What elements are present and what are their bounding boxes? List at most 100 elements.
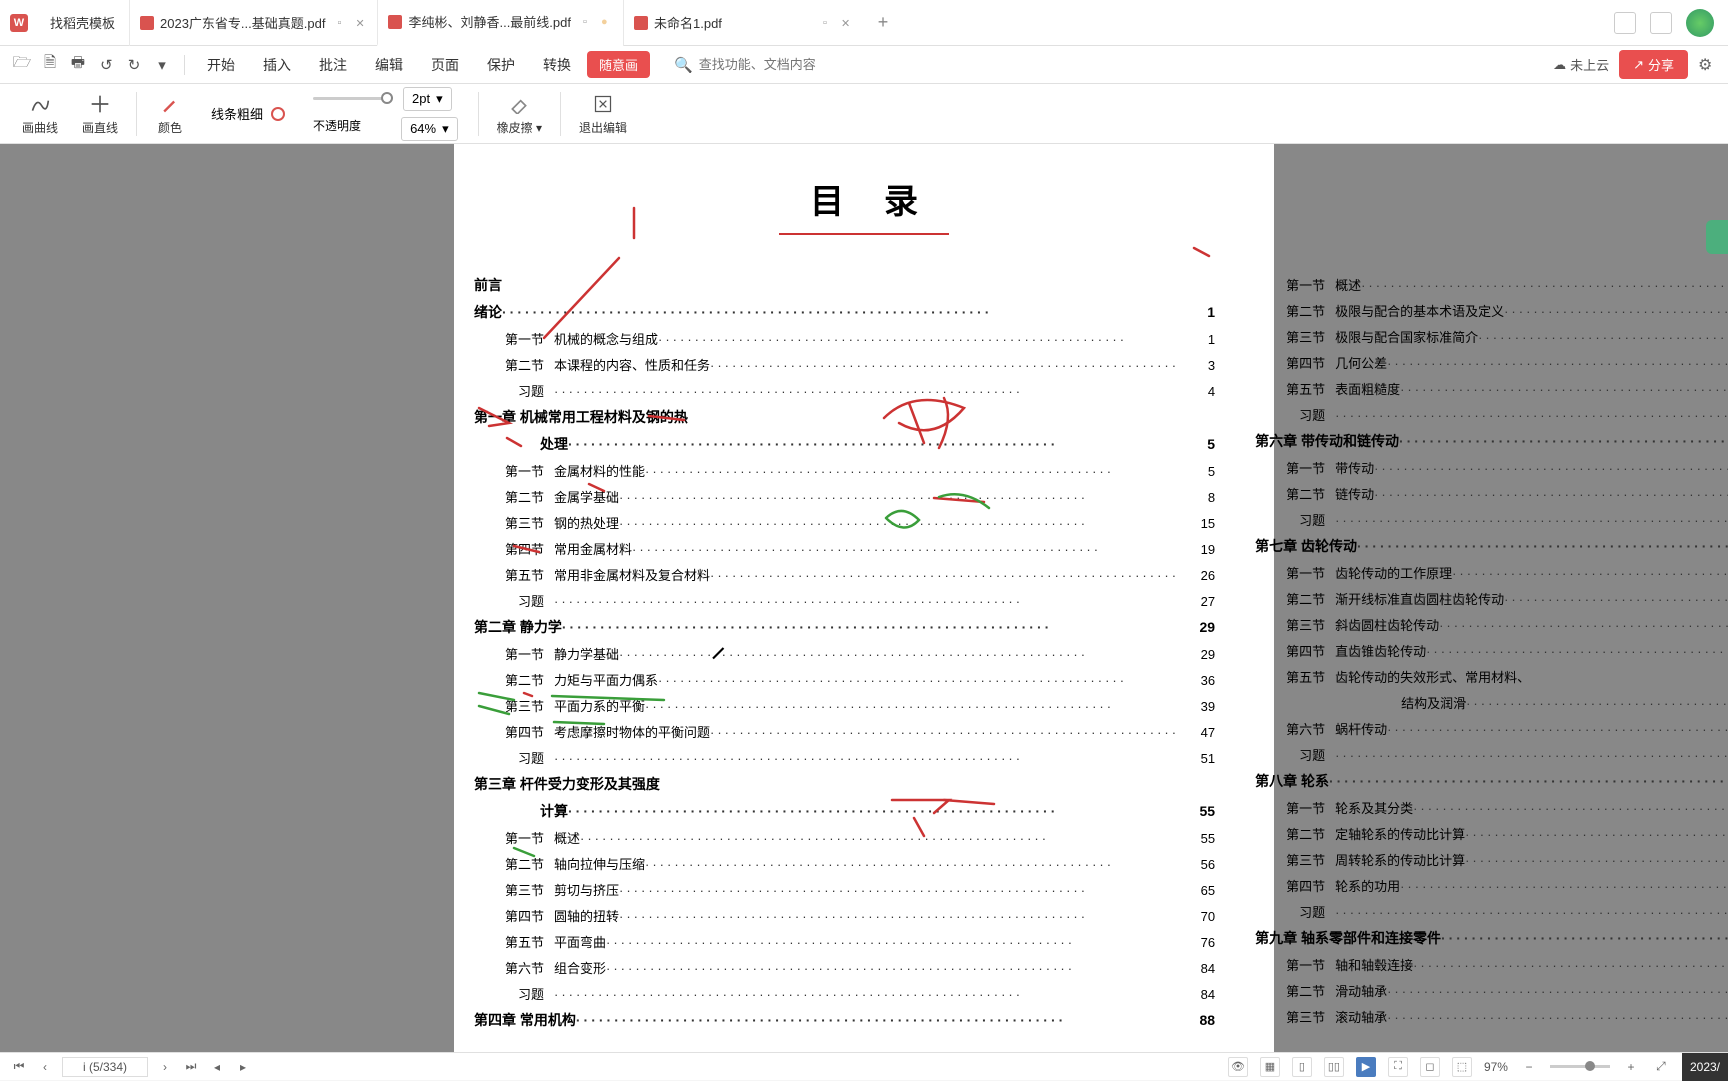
tab-3[interactable]: 未命名1.pdf ▫ ✕ [623, 0, 863, 46]
pdf-icon [634, 16, 648, 30]
toc-line: 绪论1 [474, 302, 1215, 322]
size-select[interactable]: 2pt▾ [403, 87, 452, 111]
divider [136, 92, 137, 136]
view-mode-1-icon[interactable]: ▦ [1260, 1057, 1280, 1077]
thickness-preview-icon[interactable] [271, 107, 285, 121]
menu-edit[interactable]: 编辑 [363, 55, 415, 75]
divider [560, 92, 561, 136]
toc-line: 第一章 机械常用工程材料及钢的热 [474, 407, 1215, 427]
pen-cursor-icon [710, 642, 728, 660]
page-title: 目录 [474, 174, 1254, 223]
cloud-label: 未上云 [1570, 55, 1609, 74]
open-icon[interactable]: 🗁 [10, 53, 34, 77]
menu-convert[interactable]: 转换 [531, 55, 583, 75]
print-icon[interactable]: 🖶 [66, 53, 90, 77]
zoom-select[interactable]: 64%▾ [401, 117, 458, 141]
fit-page-icon[interactable]: ⬚ [1452, 1057, 1472, 1077]
toc-line: 第三节斜齿圆柱齿轮传动167 [1255, 615, 1728, 634]
toc-line: 第一节静力学基础29 [474, 644, 1215, 663]
toc-line: 习题84 [474, 984, 1215, 1003]
first-page-button[interactable]: ⏮ [10, 1058, 28, 1076]
cloud-status[interactable]: ☁未上云 [1553, 55, 1609, 74]
toc-line: 第一节金属材料的性能5 [474, 461, 1215, 480]
avatar[interactable] [1686, 9, 1714, 37]
close-icon[interactable]: ✕ [355, 17, 367, 29]
next-page-button[interactable]: › [156, 1058, 174, 1076]
tab-menu-icon[interactable]: ▫ [823, 17, 835, 29]
menu-page[interactable]: 页面 [419, 55, 471, 75]
close-icon[interactable]: ✕ [841, 17, 853, 29]
apps-icon[interactable] [1650, 12, 1672, 34]
tab-menu-icon[interactable]: ▫ [583, 16, 595, 28]
zoom-in-button[interactable]: + [1622, 1058, 1640, 1076]
undo-icon[interactable]: ↻ [94, 53, 118, 77]
exit-label: 退出编辑 [579, 119, 627, 136]
zoom-out-button[interactable]: − [1520, 1058, 1538, 1076]
toc-line: 前言 [474, 275, 1215, 295]
toc-line: 第一节齿轮传动的工作原理156 [1255, 563, 1728, 582]
toc-line: 第二节金属学基础8 [474, 487, 1215, 506]
menu-start[interactable]: 开始 [195, 55, 247, 75]
prev-page-button[interactable]: ‹ [36, 1058, 54, 1076]
zoom-slider[interactable] [1550, 1065, 1610, 1068]
toc-line: 第四节直齿锥齿轮传动170 [1255, 641, 1728, 660]
single-page-icon[interactable]: ▯ [1292, 1057, 1312, 1077]
menu-draw[interactable]: 随意画 [587, 51, 650, 78]
eraser-label: 橡皮擦 ▾ [497, 119, 542, 136]
search-input[interactable] [699, 57, 899, 72]
share-button[interactable]: ↗分享 [1619, 50, 1688, 79]
last-page-button[interactable]: ⏭ [182, 1058, 200, 1076]
tab-label: 未命名1.pdf [654, 13, 722, 32]
nav-fwd-button[interactable]: ▸ [234, 1058, 252, 1076]
zoom-level[interactable]: 97% [1484, 1060, 1508, 1074]
divider [184, 55, 185, 75]
document-viewport[interactable]: 目录 前言绪论1第一节机械的概念与组成1第二节本课程的内容、性质和任务3习题4第… [0, 144, 1728, 1052]
thickness-label: 线条粗细 [211, 104, 263, 123]
fullscreen-icon[interactable]: ⤢ [1652, 1058, 1670, 1076]
status-bar: ⏮ ‹ i (5/334) › ⏭ ◂ ▸ 👁 ▦ ▯ ▯▯ ▶ ⛶ ◻ ⬚ 9… [0, 1052, 1728, 1080]
side-panel-toggle[interactable] [1706, 220, 1728, 254]
toc-line: 第二节渐开线标准直齿圆柱齿轮传动159 [1255, 589, 1728, 608]
toc-line: 第三节钢的热处理15 [474, 513, 1215, 532]
window-layout-icon[interactable] [1614, 12, 1636, 34]
fit-width-icon[interactable]: ⛶ [1388, 1057, 1408, 1077]
play-button[interactable]: ▶ [1356, 1057, 1376, 1077]
tab-2[interactable]: 李纯彬、刘静香...最前线.pdf ▫ ● [377, 0, 623, 46]
dropdown-icon[interactable]: ▾ [150, 53, 174, 77]
opacity-label: 不透明度 [313, 117, 361, 141]
toc-line: 第四节轮系的功用189 [1255, 876, 1728, 895]
toc-line: 第三节平面力系的平衡39 [474, 696, 1215, 715]
redo-icon[interactable]: ↻ [122, 53, 146, 77]
menu-protect[interactable]: 保护 [475, 55, 527, 75]
divider [478, 92, 479, 136]
eraser-tool[interactable]: 橡皮擦 ▾ [485, 91, 554, 136]
nav-back-button[interactable]: ◂ [208, 1058, 226, 1076]
new-tab-button[interactable]: + [863, 12, 903, 33]
curve-label: 画曲线 [22, 119, 58, 136]
toc-line: 习题181 [1255, 745, 1728, 764]
curve-tool[interactable]: 画曲线 [10, 91, 70, 136]
home-tab[interactable]: 找稻壳模板 [36, 13, 129, 32]
page-input[interactable]: i (5/334) [62, 1057, 148, 1077]
tab-1[interactable]: 2023广东省专...基础真题.pdf ▫ ✕ [129, 0, 377, 46]
opacity-slider[interactable] [313, 97, 393, 100]
title-underline [779, 233, 949, 235]
tab-label: 李纯彬、刘静香...最前线.pdf [408, 12, 571, 31]
save-icon[interactable]: 🗎 [38, 53, 62, 77]
toc-column-right: 第一节概述116第二节极限与配合的基本术语及定义117第三节极限与配合国家标准简… [1255, 275, 1728, 1037]
toc-line: 第一节机械的概念与组成1 [474, 329, 1215, 348]
color-picker[interactable]: 颜色 [143, 91, 197, 136]
line-tool[interactable]: 画直线 [70, 91, 130, 136]
menu-comment[interactable]: 批注 [307, 55, 359, 75]
menu-insert[interactable]: 插入 [251, 55, 303, 75]
toc-line: 第二节链传动149 [1255, 484, 1728, 503]
tab-label: 2023广东省专...基础真题.pdf [160, 13, 325, 32]
eye-icon[interactable]: 👁 [1228, 1057, 1248, 1077]
toc-line: 第五节平面弯曲76 [474, 932, 1215, 951]
gear-icon[interactable]: ⚙ [1698, 55, 1718, 75]
two-page-icon[interactable]: ▯▯ [1324, 1057, 1344, 1077]
tab-menu-icon[interactable]: ▫ [337, 17, 349, 29]
exit-edit-button[interactable]: 退出编辑 [567, 91, 639, 136]
toc-line: 习题27 [474, 591, 1215, 610]
crop-icon[interactable]: ◻ [1420, 1057, 1440, 1077]
